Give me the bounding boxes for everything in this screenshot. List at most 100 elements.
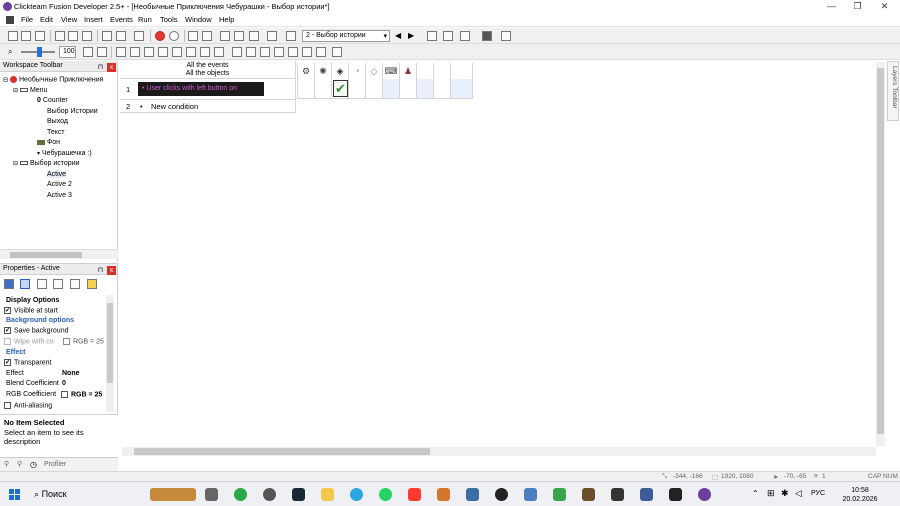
folder-icon[interactable] — [321, 488, 334, 501]
tray-chevron-icon[interactable]: ⌃ — [752, 489, 759, 498]
workspace-scrollbar[interactable] — [0, 249, 118, 259]
horizontal-scroll-thumb[interactable] — [134, 448, 430, 455]
open-icon[interactable] — [21, 31, 31, 41]
checkbox[interactable]: ✔ — [4, 327, 11, 334]
volume-icon[interactable]: ◁ — [795, 488, 802, 499]
stop-icon[interactable] — [169, 31, 179, 41]
object-column-icon[interactable] — [417, 63, 434, 79]
new-condition-row[interactable]: 2 • New condition — [120, 100, 296, 113]
tab-about-icon[interactable] — [87, 279, 97, 289]
menu-help[interactable]: Help — [219, 15, 234, 24]
menu-file[interactable]: File — [21, 15, 33, 24]
prop-effect[interactable]: Effect None — [6, 370, 114, 380]
pin-icon[interactable]: ⊓ — [96, 63, 105, 72]
save-icon[interactable] — [35, 31, 45, 41]
search-tab-icon[interactable]: ⚲ — [17, 460, 22, 468]
horizontal-scrollbar[interactable] — [122, 447, 876, 456]
layers-icon[interactable] — [460, 31, 470, 41]
run-frame-icon[interactable] — [482, 31, 492, 41]
tree-item-bg[interactable]: Фон — [37, 139, 60, 146]
condition-block[interactable]: • User clicks with left button on — [138, 82, 264, 96]
windows-start-icon[interactable] — [9, 489, 20, 500]
keyboard-mouse-icon[interactable]: ⌨ — [383, 63, 400, 79]
tab-settings-icon[interactable] — [4, 279, 14, 289]
data-elements-icon[interactable] — [249, 31, 259, 41]
settings-icon[interactable] — [332, 47, 342, 57]
properties-close-button[interactable]: x — [107, 266, 116, 275]
sort-icon[interactable] — [274, 47, 284, 57]
checkbox[interactable] — [4, 338, 11, 345]
event-list-icon[interactable] — [234, 31, 244, 41]
action-cell[interactable] — [400, 79, 417, 99]
vertical-scrollbar[interactable] — [876, 62, 885, 446]
options-icon[interactable] — [316, 47, 326, 57]
player-icon[interactable]: ♟ — [400, 63, 417, 79]
filter-icon[interactable] — [214, 47, 224, 57]
grid-icon[interactable] — [443, 31, 453, 41]
paste-icon[interactable] — [82, 31, 92, 41]
frame-select[interactable]: 2 - Выбор истории ▾ — [302, 30, 390, 42]
action-cell[interactable] — [434, 79, 451, 99]
tree-item-vybor[interactable]: Выбор Истории — [47, 108, 98, 115]
toggle-icon[interactable] — [172, 47, 182, 57]
menu-window[interactable]: Window — [185, 15, 212, 24]
previous-frame-icon[interactable]: ◀ — [395, 31, 401, 40]
prop-transparent[interactable]: ✔ Transparent — [4, 359, 112, 369]
action-cell[interactable]: ✔ — [332, 79, 349, 99]
app-icon[interactable] — [640, 488, 653, 501]
next-frame-icon[interactable]: ▶ — [408, 31, 414, 40]
tab-size-icon[interactable] — [37, 279, 47, 289]
help-icon[interactable] — [134, 31, 144, 41]
effect-value[interactable]: None — [62, 370, 80, 377]
app-icon[interactable] — [263, 488, 276, 501]
insert-comment-icon[interactable] — [144, 47, 154, 57]
bluetooth-icon[interactable]: ✱ — [781, 488, 789, 499]
fusion-taskbar-icon[interactable] — [698, 488, 711, 501]
close-button[interactable]: ✕ — [872, 0, 897, 13]
special-conditions-icon[interactable]: ⚙ — [298, 63, 315, 79]
undo-icon[interactable] — [102, 31, 112, 41]
taskbar-search[interactable]: ⌕ Поиск — [30, 486, 140, 503]
menu-run[interactable]: Run — [138, 15, 152, 24]
prop-anti-aliasing[interactable]: Anti-aliasing — [4, 402, 112, 412]
event-editor-icon[interactable] — [220, 31, 230, 41]
tree-item-cheburashka[interactable]: ▾ Чебурашечка :) — [37, 150, 92, 157]
app-icon[interactable] — [553, 488, 566, 501]
calculator-icon[interactable] — [524, 488, 537, 501]
storyboard-controls-icon[interactable]: ◈ — [332, 63, 349, 79]
redo-icon[interactable] — [116, 31, 126, 41]
insert-condition-icon[interactable] — [158, 47, 168, 57]
tree-item-exit[interactable]: Выход — [47, 118, 68, 125]
record-icon[interactable] — [155, 31, 165, 41]
list-mode-icon[interactable] — [97, 47, 107, 57]
language-indicator[interactable]: РУС — [811, 490, 825, 497]
network-icon[interactable]: ⊞ — [767, 488, 775, 499]
workspace-close-button[interactable]: x — [107, 63, 116, 72]
object-column-icon[interactable] — [434, 63, 451, 79]
collapse-icon[interactable] — [246, 47, 256, 57]
tree-item-active3[interactable]: Active 3 — [47, 192, 72, 199]
goto-icon[interactable] — [286, 31, 296, 41]
action-cell[interactable] — [417, 79, 434, 99]
prop-blend-coefficient[interactable]: Blend Coefficient 0 — [6, 380, 114, 390]
tools-tab-icon[interactable]: ⚲ — [4, 460, 9, 468]
sound-icon[interactable]: ✺ — [315, 63, 332, 79]
cut-icon[interactable] — [55, 31, 65, 41]
minecraft-icon[interactable] — [582, 488, 595, 501]
action-cell[interactable] — [315, 79, 332, 99]
widgets-icon[interactable] — [150, 488, 196, 501]
color-swatch[interactable] — [63, 338, 70, 345]
chrome-icon[interactable] — [234, 488, 247, 501]
tab-display-icon[interactable] — [20, 279, 30, 289]
expand-icon[interactable] — [232, 47, 242, 57]
prop-display-options[interactable]: Display Options — [6, 297, 114, 307]
vertical-scroll-thumb[interactable] — [877, 68, 884, 434]
create-objects-icon[interactable]: ◇ — [366, 63, 383, 79]
action-cell[interactable] — [383, 79, 400, 99]
prop-rgb-coefficient[interactable]: RGB Coefficient RGB = 25 — [6, 391, 114, 401]
color-swatch[interactable] — [61, 391, 68, 398]
menu-events[interactable]: Events — [110, 15, 133, 24]
bookmark-icon[interactable] — [200, 47, 210, 57]
tree-item-text[interactable]: Текст — [47, 129, 65, 136]
new-icon[interactable] — [8, 31, 18, 41]
